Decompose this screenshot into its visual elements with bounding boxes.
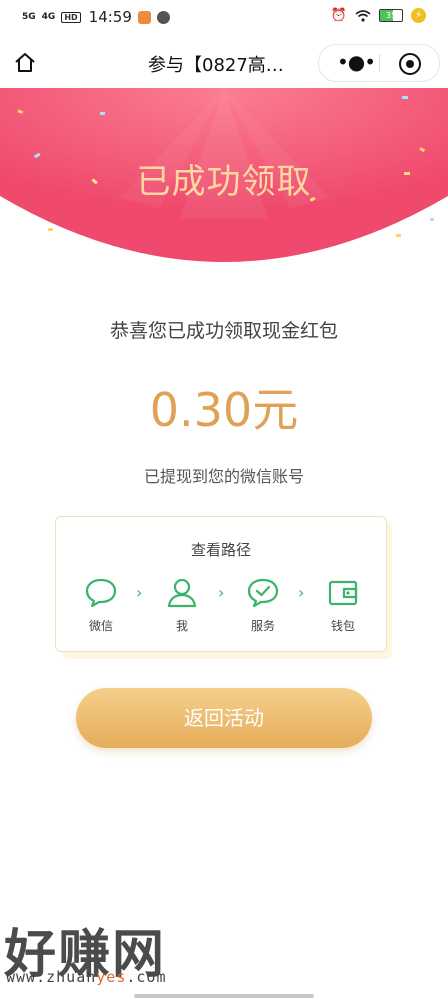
amount-value: 0.30元 <box>149 383 299 437</box>
congrats-text: 恭喜您已成功领取现金红包 <box>109 320 338 342</box>
path-card: 查看路径 微信 › 我 › 服务 › 钱包 <box>55 516 387 652</box>
home-icon <box>15 53 35 72</box>
watermark-url-highlight: yes <box>96 968 127 986</box>
path-step-label: 微信 <box>88 619 113 633</box>
path-card-title: 查看路径 <box>190 541 251 559</box>
person-icon <box>167 578 197 608</box>
more-dots-icon[interactable]: •●• <box>337 52 376 72</box>
mini-program-capsule: •●• <box>318 44 440 82</box>
status-time: 14:59 <box>88 8 132 26</box>
watermark-url: www.zhuanyes.com <box>6 968 167 986</box>
path-step-me: 我 <box>157 577 207 634</box>
chevron-right-icon: › <box>218 583 225 602</box>
signal-5g: 5G <box>22 12 36 22</box>
wallet-icon <box>328 580 358 606</box>
page-title: 参与【0827高… <box>148 55 284 76</box>
hd-badge: HD <box>61 11 81 23</box>
wechat-notify-icon <box>156 10 170 24</box>
capsule-divider <box>379 54 380 72</box>
banner-title: 已成功领取 <box>136 162 312 202</box>
chevron-right-icon: › <box>136 583 143 602</box>
wifi-icon <box>355 9 371 22</box>
notification-app-icon <box>137 10 151 24</box>
status-bar: 5G 4G HD 14:59 ⏰ 35 ⚡ <box>0 0 448 36</box>
watermark-url-suffix: .com <box>126 968 167 986</box>
signal-4g: 4G <box>41 12 56 22</box>
success-banner: 已成功领取 <box>0 88 448 288</box>
path-step-label: 钱包 <box>330 619 355 633</box>
chevron-right-icon: › <box>298 583 305 602</box>
path-step-wechat: 微信 <box>76 577 126 634</box>
path-step-label: 我 <box>175 619 188 633</box>
home-button[interactable] <box>10 48 40 78</box>
charging-icon: ⚡ <box>411 8 426 23</box>
watermark-url-prefix: www.zhuan <box>6 968 97 986</box>
battery-level: 35 <box>385 11 397 20</box>
withdraw-description: 已提现到您的微信账号 <box>143 467 304 486</box>
navigation-bar: 参与【0827高… •●• <box>0 36 448 88</box>
chat-bubble-icon <box>85 578 117 608</box>
path-step-wallet: 钱包 <box>318 577 368 634</box>
check-bubble-icon <box>247 578 279 608</box>
alarm-icon: ⏰ <box>330 8 347 23</box>
battery-icon: 35 <box>379 9 403 22</box>
return-to-activity-button[interactable]: 返回活动 <box>76 688 372 748</box>
home-indicator[interactable] <box>134 994 314 998</box>
path-step-label: 服务 <box>250 619 275 633</box>
path-step-service: 服务 <box>238 577 288 634</box>
target-icon[interactable] <box>399 53 421 75</box>
